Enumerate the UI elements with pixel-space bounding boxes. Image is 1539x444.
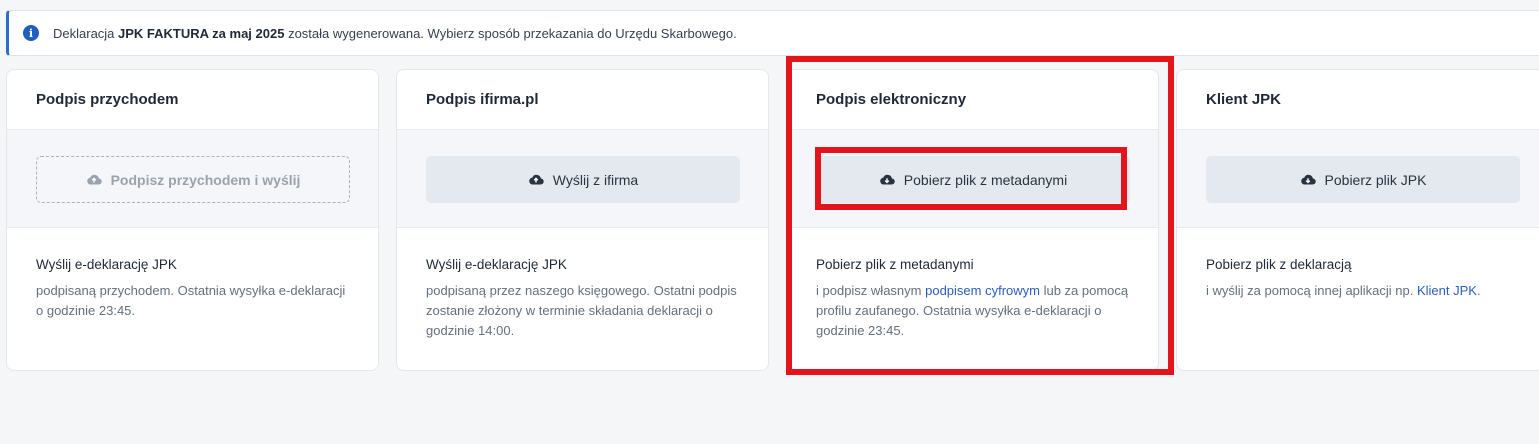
download-jpk-file-button[interactable]: Pobierz plik JPK (1206, 156, 1520, 203)
card-title: Podpis ifirma.pl (397, 70, 768, 130)
info-icon: i (23, 25, 39, 41)
cloud-upload-icon (86, 172, 102, 188)
card-podpis-przychodem: Podpis przychodem Podpisz przychodem i w… (6, 69, 379, 371)
alert-message: Deklaracja JPK FAKTURA za maj 2025 zosta… (53, 25, 737, 41)
card-action-area: Wyślij z ifirma (397, 130, 768, 228)
card-description: Pobierz plik z deklaracją i wyślij za po… (1177, 228, 1539, 301)
description-title: Wyślij e-deklarację JPK (36, 257, 177, 272)
klient-jpk-link[interactable]: Klient JPK (1417, 283, 1477, 298)
card-description: Wyślij e-deklarację JPK podpisaną przez … (397, 228, 768, 341)
card-klient-jpk: Klient JPK Pobierz plik JPK Pobierz plik… (1176, 69, 1539, 371)
highlight-frame-card (786, 56, 1174, 375)
info-alert: i Deklaracja JPK FAKTURA za maj 2025 zos… (6, 10, 1539, 56)
cloud-upload-icon (528, 172, 544, 188)
description-text: podpisaną przez naszego księgowego. Osta… (426, 283, 737, 338)
card-action-area: Pobierz plik JPK (1177, 130, 1539, 228)
cloud-download-icon (1300, 172, 1316, 188)
card-title: Podpis przychodem (7, 70, 378, 130)
button-label: Podpisz przychodem i wyślij (110, 171, 301, 188)
highlight-frame-button (815, 147, 1127, 210)
description-text: i wyślij za pomocą innej aplikacji np. K… (1206, 283, 1481, 298)
card-podpis-ifirma: Podpis ifirma.pl Wyślij z ifirma Wyślij … (396, 69, 769, 371)
card-title: Klient JPK (1177, 70, 1539, 130)
description-title: Wyślij e-deklarację JPK (426, 257, 567, 272)
button-label: Wyślij z ifirma (552, 171, 639, 188)
sign-with-income-button[interactable]: Podpisz przychodem i wyślij (36, 156, 350, 203)
card-action-area: Podpisz przychodem i wyślij (7, 130, 378, 228)
send-from-ifirma-button[interactable]: Wyślij z ifirma (426, 156, 740, 203)
description-text: podpisaną przychodem. Ostatnia wysyłka e… (36, 283, 346, 318)
description-title: Pobierz plik z deklaracją (1206, 257, 1352, 272)
card-description: Wyślij e-deklarację JPK podpisaną przych… (7, 228, 378, 321)
button-label: Pobierz plik JPK (1324, 171, 1427, 188)
